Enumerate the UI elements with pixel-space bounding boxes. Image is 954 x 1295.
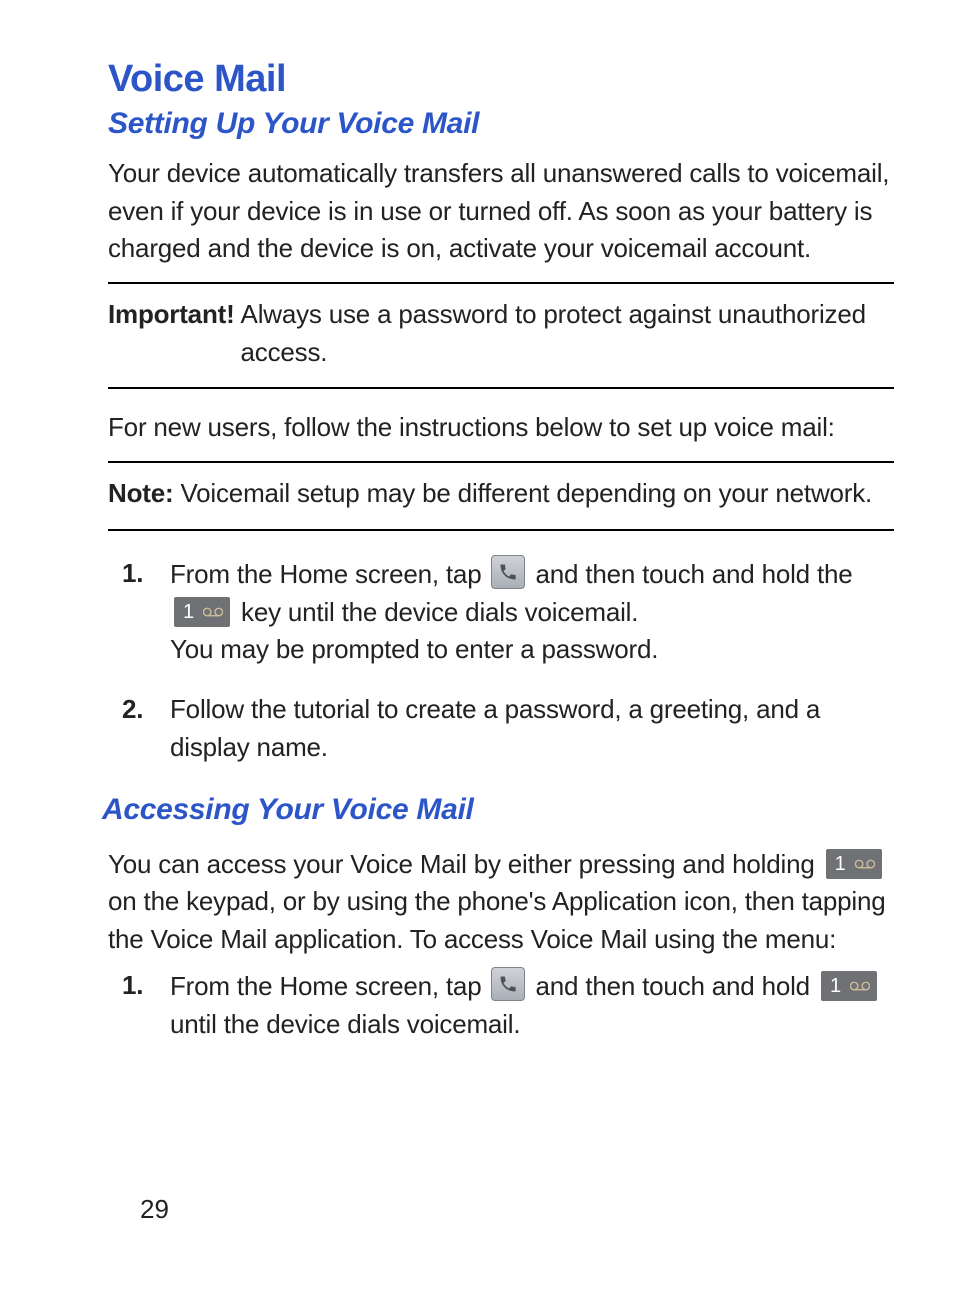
note-text: Voicemail setup may be different dependi… [180,478,872,508]
intro-text-part: You can access your Voice Mail by either… [108,849,822,879]
step-text-part: You may be prompted to enter a password. [170,634,658,664]
setup-heading: Setting Up Your Voice Mail [108,107,894,141]
access-heading: Accessing Your Voice Mail [102,788,894,832]
step-text-part: key until the device dials voicemail. [241,597,638,627]
voicemail-1-key-icon: 1 [826,849,882,879]
phone-icon [491,967,525,1001]
voicemail-1-key-icon: 1 [821,971,877,1001]
phone-icon [491,555,525,589]
setup-step-2: Follow the tutorial to create a password… [170,691,894,766]
setup-step-1: From the Home screen, tap and then touch… [170,555,894,669]
key-digit: 1 [183,597,194,627]
access-steps-list: From the Home screen, tap and then touch… [108,967,894,1043]
step-text-part: Follow the tutorial to create a password… [170,694,820,762]
new-users-text: For new users, follow the instructions b… [108,409,894,447]
access-intro: You can access your Voice Mail by either… [108,846,894,959]
body-content: Your device automatically transfers all … [108,155,894,1043]
page-number: 29 [140,1194,169,1225]
step-text-part: and then touch and hold the [536,559,853,589]
manual-page: Voice Mail Setting Up Your Voice Mail Yo… [0,0,954,1295]
voicemail-1-key-icon: 1 [174,597,230,627]
step-text-part: until the device dials voicemail. [170,1009,520,1039]
setup-steps-list: From the Home screen, tap and then touch… [108,555,894,766]
important-label: Important! [108,296,241,371]
important-text: Always use a password to protect against… [241,296,894,371]
setup-intro: Your device automatically transfers all … [108,155,894,268]
note-label: Note: [108,478,173,508]
key-digit: 1 [835,849,846,879]
key-digit: 1 [830,971,841,1001]
intro-text-part: on the keypad, or by using the phone's A… [108,886,886,954]
step-text-part: From the Home screen, tap [170,971,488,1001]
important-callout: Important! Always use a password to prot… [108,282,894,389]
step-text-part: and then touch and hold [536,971,817,1001]
step-text-part: From the Home screen, tap [170,559,488,589]
access-step-1: From the Home screen, tap and then touch… [170,967,894,1043]
note-callout: Note: Voicemail setup may be different d… [108,461,894,531]
section-title: Voice Mail [108,58,894,101]
